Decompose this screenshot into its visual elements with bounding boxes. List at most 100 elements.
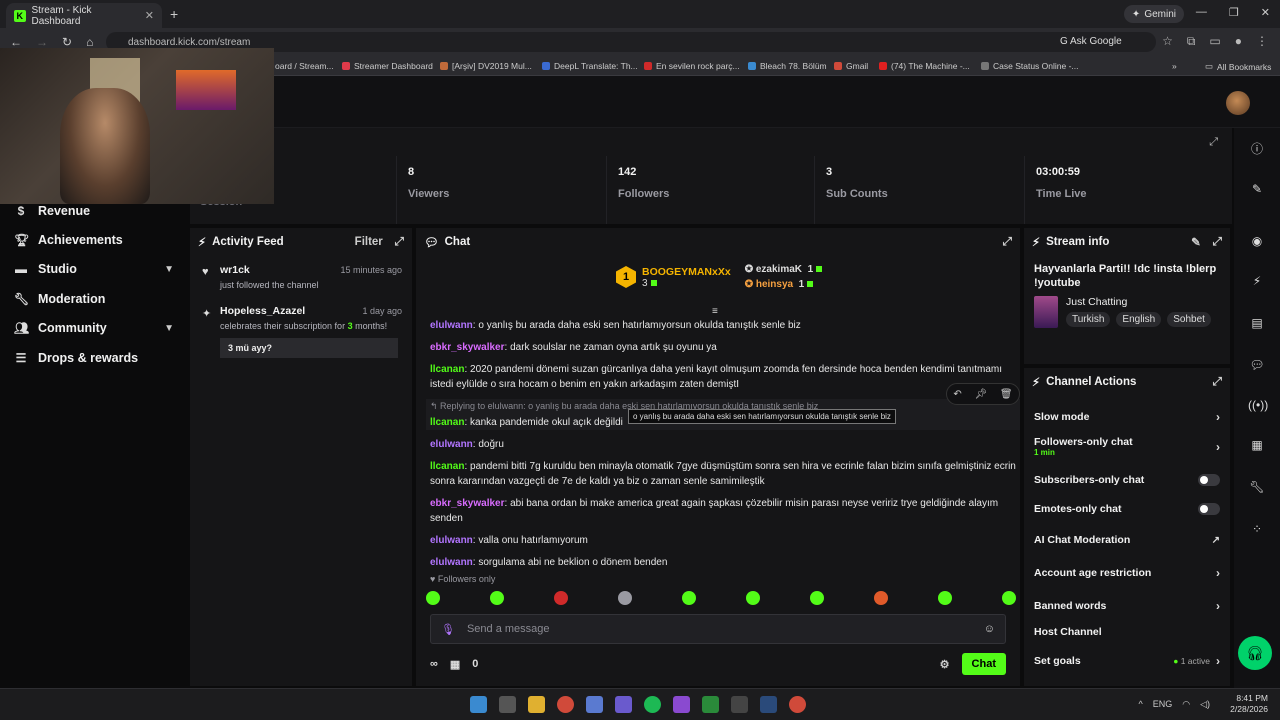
bookmark-item[interactable]: En sevilen rock parç... [644, 61, 740, 71]
emotes-only-toggle[interactable] [1198, 503, 1220, 515]
chat-username[interactable]: ebkr_skywalker [430, 498, 505, 509]
language-indicator[interactable]: ENG [1153, 699, 1173, 710]
banned-words-action[interactable]: Banned words › [1024, 599, 1230, 613]
pin-icon[interactable]: 📌︎ [974, 389, 987, 400]
volume-icon[interactable]: ◁) [1200, 699, 1210, 710]
chevron-down-icon[interactable]: ▼ [164, 264, 174, 275]
slow-mode-action[interactable]: Slow mode › [1024, 410, 1230, 424]
bookmark-item[interactable]: [Arşiv] DV2019 Mul... [440, 61, 532, 71]
close-tab-icon[interactable]: ✕ [145, 9, 154, 22]
bolt-icon[interactable]: ⚡︎ [1248, 274, 1266, 288]
minimize-icon[interactable]: — [1196, 6, 1207, 19]
expand-icon[interactable]: ⤢ [395, 236, 404, 249]
bookmark-item[interactable]: Bleach 78. Bölüm [748, 61, 827, 71]
forward-icon[interactable]: → [36, 35, 48, 49]
set-goals-action[interactable]: Set goals ● 1 active › [1024, 654, 1230, 668]
bookmark-item[interactable]: Case Status Online -... [981, 61, 1079, 71]
chat-username[interactable]: llcanan [430, 364, 464, 375]
sidepanel-icon[interactable]: ▭ [1209, 34, 1220, 49]
store-icon[interactable] [586, 696, 603, 713]
expand-icon[interactable]: ⤢ [1209, 136, 1218, 149]
ask-google-button[interactable]: G Ask Google [1060, 36, 1122, 47]
pinned-toggle-icon[interactable]: ≡ [712, 306, 718, 317]
home-icon[interactable]: ⌂ [86, 35, 93, 49]
account-age-action[interactable]: Account age restriction › [1024, 566, 1230, 580]
chat-username[interactable]: elulwann [430, 320, 473, 331]
tag[interactable]: Turkish [1066, 312, 1111, 327]
wrench-icon[interactable]: 🔧︎ [1248, 480, 1266, 494]
chevron-down-icon[interactable]: ▼ [164, 323, 174, 334]
expand-icon[interactable]: ⤢ [1213, 236, 1222, 249]
gifter-name[interactable]: heinsya [756, 279, 793, 290]
back-icon[interactable]: ← [10, 35, 22, 49]
expand-icon[interactable]: ⤢ [1003, 236, 1012, 249]
sidebar-item-studio[interactable]: ▬ Studio ▼ [0, 255, 188, 284]
emoji-icon[interactable]: ☺ [984, 623, 995, 635]
chat-username[interactable]: ebkr_skywalker [430, 342, 505, 353]
chat-message[interactable]: elulwann: sorgulama abi ne beklion o dön… [430, 555, 1020, 570]
chat-input[interactable]: 🎙︎ Send a message ☺ [430, 614, 1006, 644]
windows-start-icon[interactable] [470, 696, 487, 713]
chrome-active-icon[interactable] [789, 696, 806, 713]
chat-username[interactable]: llcanan [430, 417, 464, 428]
dots-icon[interactable]: ⁘ [1248, 522, 1266, 536]
chat-username[interactable]: elulwann [430, 557, 473, 568]
gemini-button[interactable]: ✦ Gemini [1123, 5, 1184, 23]
menu-icon[interactable]: ⋮ [1256, 34, 1268, 49]
bookmark-item[interactable]: Gmail [834, 61, 868, 71]
file-explorer-icon[interactable] [528, 696, 545, 713]
chat-bubble-icon[interactable]: 💬︎ [1248, 358, 1266, 372]
search-icon[interactable] [499, 696, 516, 713]
reply-icon[interactable]: ↶ [953, 389, 961, 400]
discord-icon[interactable] [615, 696, 632, 713]
wifi-icon[interactable]: ◠ [1182, 699, 1190, 710]
info-icon[interactable]: ⓘ [1248, 140, 1266, 157]
pencil-icon[interactable]: ✎ [1248, 182, 1266, 196]
sidebar-item-community[interactable]: 👥︎ Community ▼ [0, 314, 188, 343]
emote-icon[interactable] [746, 591, 760, 605]
filter-button[interactable]: Filter [355, 236, 383, 248]
bookmark-item[interactable]: Streamer Dashboard [342, 61, 433, 71]
extensions-icon[interactable]: ⧉ [1187, 34, 1196, 49]
app-icon[interactable] [673, 696, 690, 713]
gifter-name[interactable]: ezakimaK [756, 264, 802, 275]
followers-only-action[interactable]: Followers-only chat 1 min › [1024, 436, 1230, 457]
ai-moderation-action[interactable]: AI Chat Moderation ↗ [1024, 534, 1230, 546]
clock[interactable]: 8:41 PM 2/28/2026 [1230, 693, 1268, 715]
send-chat-button[interactable]: Chat [961, 653, 1006, 675]
close-window-icon[interactable]: ✕ [1261, 6, 1270, 19]
star-icon[interactable]: ☆ [1162, 34, 1173, 49]
emote-icon[interactable] [426, 591, 440, 605]
sidebar-item-achievements[interactable]: 🏆︎ Achievements [0, 225, 188, 254]
microphone-icon[interactable]: 🎙︎ [441, 623, 455, 636]
support-chat-button[interactable]: 🎧︎ [1238, 636, 1272, 670]
subscribers-only-toggle[interactable] [1198, 474, 1220, 486]
chest-icon[interactable]: ▦ [450, 658, 460, 671]
reload-icon[interactable]: ↻ [62, 35, 72, 49]
layout-icon[interactable]: ▦ [1248, 438, 1266, 452]
chat-username[interactable]: elulwann [430, 439, 473, 450]
bookmark-item[interactable]: (74) The Machine -... [879, 61, 970, 71]
emote-icon[interactable] [810, 591, 824, 605]
sidebar-item-moderation[interactable]: 🔧︎ Moderation [0, 284, 188, 313]
chat-message[interactable]: ebkr_skywalker: abi bana ordan bi make a… [430, 496, 1020, 526]
bookmarks-overflow-icon[interactable]: » [1172, 61, 1177, 71]
host-channel-action[interactable]: Host Channel [1024, 626, 1230, 638]
emote-icon[interactable] [874, 591, 888, 605]
emote-icon[interactable] [490, 591, 504, 605]
emote-icon[interactable] [682, 591, 696, 605]
chat-message[interactable]: ebkr_skywalker: dark soulslar ne zaman o… [430, 340, 1020, 355]
broadcast-icon[interactable]: ((•)) [1248, 398, 1268, 412]
delete-icon[interactable]: 🗑︎ [1000, 389, 1013, 400]
chat-message[interactable]: llcanan: pandemi bitti 7g kuruldu ben mi… [430, 459, 1020, 489]
new-tab-icon[interactable]: + [170, 6, 178, 22]
chat-message[interactable]: elulwann: o yanlış bu arada daha eski se… [430, 318, 1020, 333]
user-avatar[interactable] [1226, 91, 1250, 115]
restore-icon[interactable]: ❐ [1229, 6, 1239, 19]
chrome-icon[interactable] [557, 696, 574, 713]
profile-icon[interactable]: ● [1235, 34, 1242, 49]
notes-icon[interactable]: ▤ [1248, 316, 1266, 330]
emote-icon[interactable] [618, 591, 632, 605]
emote-icon[interactable] [1002, 591, 1016, 605]
tray-overflow-icon[interactable]: ^ [1138, 699, 1142, 710]
